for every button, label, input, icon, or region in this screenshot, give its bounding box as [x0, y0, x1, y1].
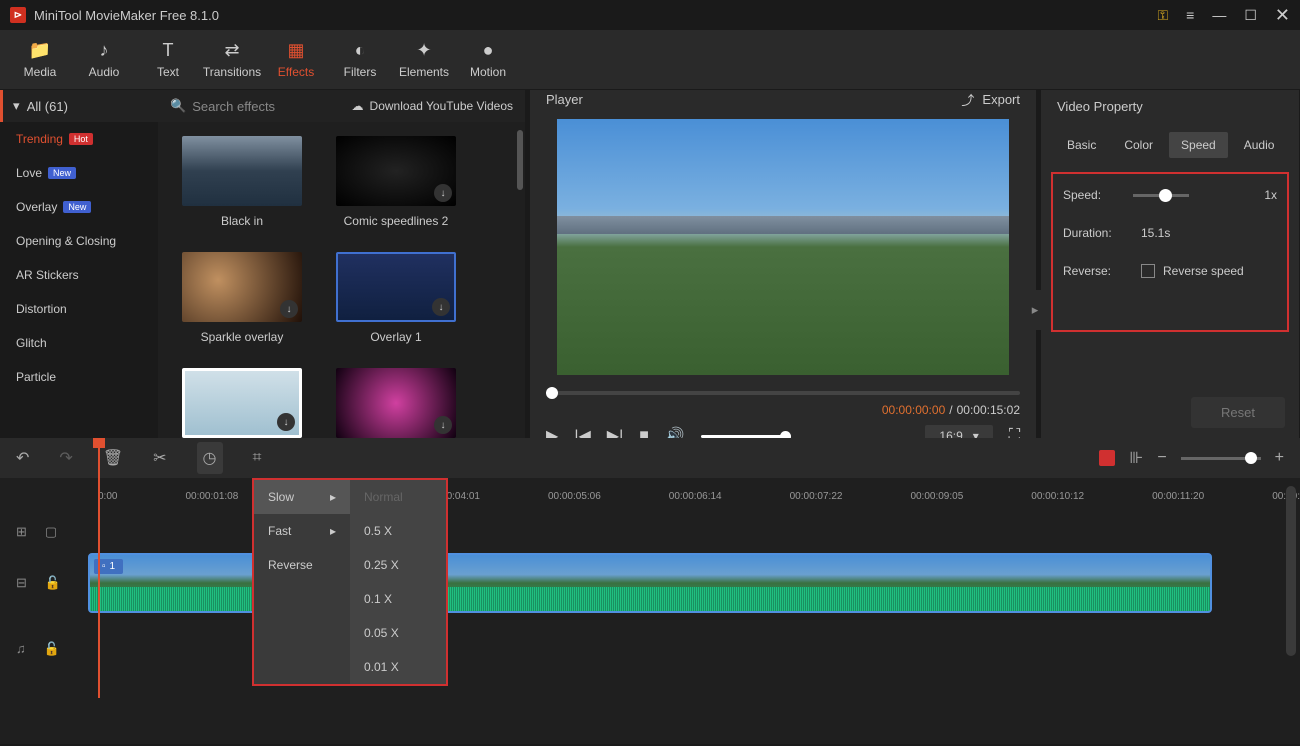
- download-youtube-link[interactable]: ☁ Download YouTube Videos: [352, 99, 513, 113]
- tab-media[interactable]: 📁Media: [8, 32, 72, 88]
- duration-value: 15.1s: [1141, 226, 1170, 240]
- menu-icon[interactable]: ≡: [1186, 7, 1194, 23]
- menu-slow[interactable]: Slow▸: [254, 480, 350, 514]
- effects-panel: 🔍 Search effects ☁ Download YouTube Vide…: [158, 90, 525, 438]
- app-logo: ⊳: [10, 7, 26, 23]
- category-glitch[interactable]: Glitch: [0, 326, 158, 360]
- delete-icon[interactable]: 🗑: [103, 448, 123, 468]
- effect-item[interactable]: ↓: [336, 368, 456, 438]
- app-title: MiniTool MovieMaker Free 8.1.0: [34, 8, 219, 23]
- menu-speed-opt[interactable]: 0.1 X: [350, 582, 446, 616]
- reset-button[interactable]: Reset: [1191, 397, 1285, 428]
- main-toolbar: 📁Media ♪Audio TText ⇄Transitions ▦Effect…: [0, 30, 1300, 90]
- category-opening-closing[interactable]: Opening & Closing: [0, 224, 158, 258]
- tab-basic[interactable]: Basic: [1055, 132, 1108, 158]
- video-preview[interactable]: [557, 119, 1009, 375]
- player-label: Player: [546, 92, 583, 107]
- props-title: Video Property: [1057, 99, 1143, 114]
- category-ar-stickers[interactable]: AR Stickers: [0, 258, 158, 292]
- speed-label: Speed:: [1063, 188, 1133, 202]
- undo-icon[interactable]: ↶: [16, 448, 29, 468]
- minimize-icon[interactable]: —: [1212, 7, 1226, 23]
- time-current: 00:00:00:00: [882, 403, 945, 417]
- split-icon[interactable]: ✂: [153, 448, 166, 468]
- tab-effects[interactable]: ▦Effects: [264, 32, 328, 88]
- reverse-checkbox[interactable]: [1141, 264, 1155, 278]
- close-icon[interactable]: ✕: [1275, 5, 1290, 26]
- lock-icon[interactable]: 🔓: [44, 641, 60, 657]
- timeline: ↶ ↷ 🗑 ✂ ◷ ⌗ ⊪ − + 0:0000:00:01:0800:00:0…: [0, 438, 1300, 744]
- download-icon[interactable]: ↓: [277, 413, 295, 431]
- reverse-label: Reverse:: [1063, 264, 1133, 278]
- time-duration: 00:00:15:02: [957, 403, 1020, 417]
- properties-panel: ▸ Video Property Basic Color Speed Audio…: [1041, 90, 1299, 438]
- category-sidebar: ▾ All (61) TrendingHotLoveNewOverlayNewO…: [0, 90, 158, 438]
- effect-overlay-1[interactable]: ↓ Overlay 1: [336, 252, 456, 344]
- magnet-icon[interactable]: [1099, 450, 1115, 466]
- tab-transitions[interactable]: ⇄Transitions: [200, 32, 264, 88]
- tab-text[interactable]: TText: [136, 32, 200, 88]
- menu-speed-opt[interactable]: 0.05 X: [350, 616, 446, 650]
- category-overlay[interactable]: OverlayNew: [0, 190, 158, 224]
- key-icon[interactable]: ⚿: [1158, 7, 1169, 24]
- speed-value: 1x: [1264, 188, 1277, 202]
- speed-tool-icon[interactable]: ◷: [197, 442, 223, 474]
- category-trending[interactable]: TrendingHot: [0, 122, 158, 156]
- menu-speed-opt[interactable]: 0.5 X: [350, 514, 446, 548]
- menu-fast[interactable]: Fast▸: [254, 514, 350, 548]
- tab-motion[interactable]: ●Motion: [456, 32, 520, 88]
- playhead[interactable]: [98, 438, 100, 698]
- crop-icon[interactable]: ⌗: [253, 449, 262, 467]
- category-love[interactable]: LoveNew: [0, 156, 158, 190]
- maximize-icon[interactable]: ☐: [1244, 7, 1257, 24]
- category-distortion[interactable]: Distortion: [0, 292, 158, 326]
- speed-context-menu: Slow▸ Fast▸ Reverse Normal 0.5 X 0.25 X …: [252, 478, 448, 686]
- menu-speed-opt[interactable]: 0.01 X: [350, 650, 446, 684]
- tab-filters[interactable]: ◐Filters: [328, 32, 392, 88]
- tab-audio-prop[interactable]: Audio: [1232, 132, 1287, 158]
- audio-track-icon: ♫: [16, 641, 26, 657]
- add-track-icon[interactable]: ⊞: [16, 524, 27, 540]
- tab-elements[interactable]: ✦Elements: [392, 32, 456, 88]
- duration-label: Duration:: [1063, 226, 1133, 240]
- category-particle[interactable]: Particle: [0, 360, 158, 394]
- reverse-text: Reverse speed: [1163, 264, 1244, 278]
- zoom-slider[interactable]: [1181, 457, 1261, 460]
- titlebar: ⊳ MiniTool MovieMaker Free 8.1.0 ⚿ ≡ — ☐…: [0, 0, 1300, 30]
- download-icon[interactable]: ↓: [434, 184, 452, 202]
- menu-reverse[interactable]: Reverse: [254, 548, 350, 582]
- scrollbar[interactable]: [1286, 486, 1296, 656]
- menu-normal[interactable]: Normal: [350, 480, 446, 514]
- export-button[interactable]: ⤴Export: [961, 90, 1020, 109]
- lock-icon[interactable]: 🔓: [45, 575, 61, 591]
- download-icon[interactable]: ↓: [432, 298, 450, 316]
- effect-item[interactable]: ↓: [182, 368, 302, 438]
- menu-speed-opt[interactable]: 0.25 X: [350, 548, 446, 582]
- redo-icon[interactable]: ↷: [59, 448, 72, 468]
- tab-audio[interactable]: ♪Audio: [72, 32, 136, 88]
- player-panel: Player ⤴Export 00:00:00:00 / 00:00:15:02…: [530, 90, 1036, 438]
- category-all[interactable]: ▾ All (61): [0, 90, 158, 122]
- effect-sparkle-overlay[interactable]: ↓ Sparkle overlay: [182, 252, 302, 344]
- time-ruler[interactable]: 0:0000:00:01:0800:00:02:1700:00:04:0100:…: [0, 478, 1300, 514]
- zoom-in-icon[interactable]: +: [1275, 449, 1284, 467]
- video-track-icon: ⊟: [16, 575, 27, 591]
- speed-slider[interactable]: [1133, 194, 1189, 197]
- tab-color[interactable]: Color: [1112, 132, 1165, 158]
- scrollbar[interactable]: [517, 130, 523, 190]
- effect-comic-speedlines[interactable]: ↓ Comic speedlines 2: [336, 136, 456, 228]
- zoom-out-icon[interactable]: −: [1157, 449, 1166, 467]
- track-icon[interactable]: ▢: [45, 524, 57, 540]
- tracks-icon[interactable]: ⊪: [1129, 448, 1143, 468]
- tab-speed[interactable]: Speed: [1169, 132, 1228, 158]
- download-icon[interactable]: ↓: [280, 300, 298, 318]
- effect-black-in[interactable]: Black in: [182, 136, 302, 228]
- collapse-panel-icon[interactable]: ▸: [1029, 290, 1041, 330]
- download-icon[interactable]: ↓: [434, 416, 452, 434]
- search-input[interactable]: 🔍 Search effects: [170, 98, 275, 114]
- progress-bar[interactable]: [546, 391, 1020, 395]
